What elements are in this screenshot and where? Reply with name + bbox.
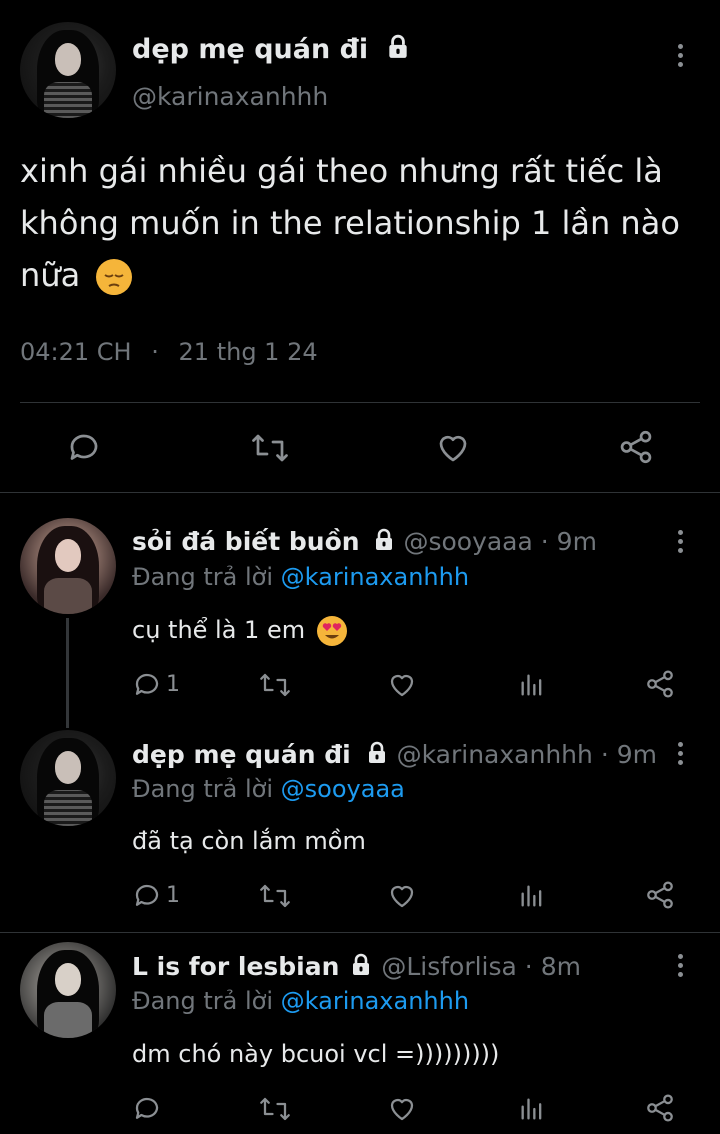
reply-icon[interactable]	[66, 430, 102, 466]
thread-connector	[66, 618, 69, 728]
display-name[interactable]: sỏi đá biết buồn	[132, 527, 360, 556]
reply-count: 1	[166, 672, 180, 697]
tweet-timestamp[interactable]: 04:21 CH · 21 thg 1 24	[20, 338, 318, 366]
pensive-face-emoji	[96, 259, 133, 295]
mention-link[interactable]: @sooyaaa	[281, 775, 405, 803]
reply-text: dm chó này bcuoi vcl =)))))))))	[132, 1040, 500, 1068]
analytics-icon[interactable]	[518, 670, 546, 700]
like-icon[interactable]	[386, 881, 418, 911]
retweet-icon[interactable]	[250, 430, 290, 466]
heart-eyes-emoji	[316, 616, 347, 646]
lock-icon	[365, 741, 389, 771]
divider	[0, 932, 720, 933]
avatar[interactable]	[20, 22, 116, 118]
like-icon[interactable]	[434, 430, 472, 466]
avatar[interactable]	[20, 942, 116, 1038]
like-icon[interactable]	[386, 670, 418, 700]
retweet-icon[interactable]	[258, 670, 292, 700]
avatar[interactable]	[20, 518, 116, 614]
handle[interactable]: @karinaxanhhh	[397, 740, 593, 769]
divider	[20, 402, 700, 403]
analytics-icon[interactable]	[518, 881, 546, 911]
lock-icon	[372, 528, 396, 558]
share-icon[interactable]	[644, 1092, 676, 1124]
more-options-icon[interactable]	[678, 530, 684, 557]
like-icon[interactable]	[386, 1094, 418, 1124]
retweet-icon[interactable]	[258, 1094, 292, 1124]
share-icon[interactable]	[644, 879, 676, 911]
reply-text: cụ thể là 1 em	[132, 616, 347, 646]
timestamp: · 9m	[540, 527, 597, 556]
more-options-icon[interactable]	[678, 954, 684, 981]
reply-icon[interactable]	[132, 1094, 162, 1124]
lock-icon	[349, 953, 373, 983]
display-name[interactable]: L is for lesbian	[132, 952, 339, 981]
timestamp: · 9m	[600, 740, 657, 769]
reply-count: 1	[166, 883, 180, 908]
share-icon[interactable]	[616, 428, 656, 466]
retweet-icon[interactable]	[258, 881, 292, 911]
avatar[interactable]	[20, 730, 116, 826]
lock-icon	[385, 34, 411, 67]
analytics-icon[interactable]	[518, 1094, 546, 1124]
reply-icon[interactable]	[132, 670, 162, 700]
divider	[0, 492, 720, 493]
mention-link[interactable]: @karinaxanhhh	[281, 987, 469, 1015]
more-options-icon[interactable]	[678, 742, 684, 769]
replying-to: Đang trả lời @karinaxanhhh	[132, 987, 470, 1015]
handle[interactable]: @sooyaaa	[403, 527, 532, 556]
handle[interactable]: @karinaxanhhh	[132, 82, 328, 111]
replying-to: Đang trả lời @karinaxanhhh	[132, 563, 470, 591]
tweet-text: xinh gái nhiều gái theo nhưng rất tiếc l…	[20, 152, 680, 295]
handle[interactable]: @Lisforlisa	[381, 952, 517, 981]
display-name[interactable]: dẹp mẹ quán đi	[132, 34, 368, 65]
display-name[interactable]: dẹp mẹ quán đi	[132, 740, 351, 769]
more-options-icon[interactable]	[678, 44, 684, 71]
share-icon[interactable]	[644, 668, 676, 700]
mention-link[interactable]: @karinaxanhhh	[281, 563, 469, 591]
replying-to: Đang trả lời @sooyaaa	[132, 775, 405, 803]
reply-text: đã tạ còn lắm mồm	[132, 827, 366, 855]
reply-icon[interactable]	[132, 881, 162, 911]
timestamp: · 8m	[524, 952, 581, 981]
